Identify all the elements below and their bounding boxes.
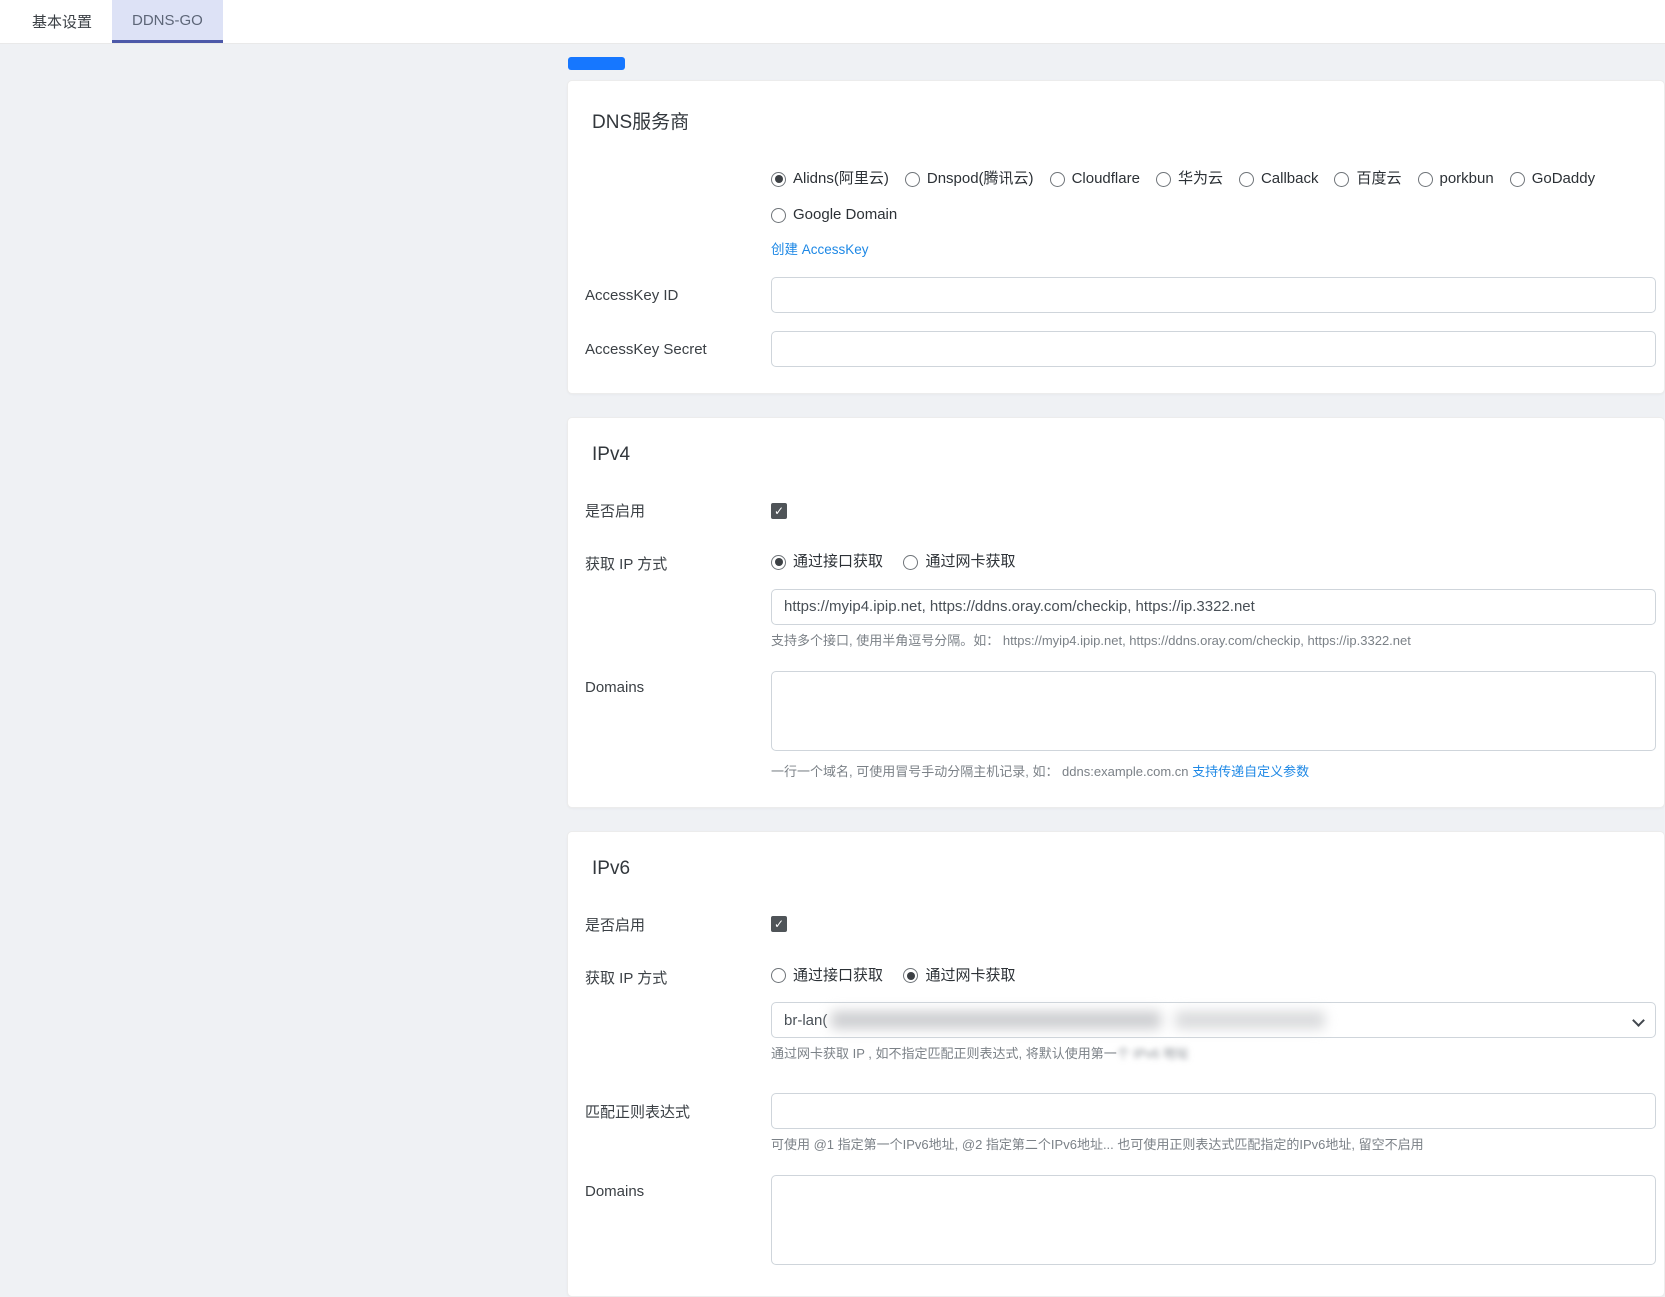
dns-provider-card: DNS服务商 Alidns(阿里云) Dnspod(腾讯云) [567,80,1665,394]
ipv6-domains-textarea[interactable] [771,1175,1656,1265]
ipv4-enable-row: 是否启用 ✓ [585,500,1656,521]
radio-dot-icon [1156,172,1171,187]
ipv6-enable-row: 是否启用 ✓ [585,914,1656,935]
dns-provider-title: DNS服务商 [592,107,1656,134]
ipv6-regex-input[interactable] [771,1093,1656,1129]
ipv6-interface-value: br-lan( [784,1012,827,1029]
radio-callback[interactable]: Callback [1239,168,1319,190]
radio-dot-icon [771,968,786,983]
redacted-blur [831,1011,1161,1029]
ipv6-title: IPv6 [592,858,1656,880]
ipv6-regex-helper: 可使用 @1 指定第一个IPv6地址, @2 指定第二个IPv6地址... 也可… [771,1136,1656,1154]
ipv4-method-row: 获取 IP 方式 通过接口获取 通过网卡获取 支持多个接口, 使用半角逗号分 [585,551,1656,649]
ipv6-method-row: 获取 IP 方式 通过接口获取 通过网卡获取 br-lan( [585,965,1656,1063]
ipv4-enable-label: 是否启用 [585,500,771,521]
ipv6-method-radio-group: 通过接口获取 通过网卡获取 [771,965,1656,989]
accesskey-secret-label: AccessKey Secret [585,341,771,358]
provider-radio-group: Alidns(阿里云) Dnspod(腾讯云) Cloudflare [771,168,1656,226]
radio-cloudflare[interactable]: Cloudflare [1050,168,1140,190]
radio-google-domain[interactable]: Google Domain [771,204,897,226]
accesskey-id-label: AccessKey ID [585,287,771,304]
radio-dot-icon [905,172,920,187]
ipv6-card: IPv6 是否启用 ✓ 获取 IP 方式 通过接口获取 [567,831,1665,1297]
ipv6-interface-select[interactable]: br-lan( [771,1002,1656,1038]
ipv4-card: IPv4 是否启用 ✓ 获取 IP 方式 通过接口获取 [567,417,1665,808]
ipv4-domains-textarea[interactable] [771,671,1656,751]
page-content: DNS服务商 Alidns(阿里云) Dnspod(腾讯云) [0,44,1665,1204]
ipv6-radio-by-netcard[interactable]: 通过网卡获取 [903,965,1015,987]
radio-dot-icon [903,555,918,570]
ipv4-api-urls-input[interactable] [771,589,1656,625]
ipv6-regex-row: 匹配正则表达式 可使用 @1 指定第一个IPv6地址, @2 指定第二个IPv6… [585,1093,1656,1154]
radio-dot-icon [1418,172,1433,187]
accesskey-id-input[interactable] [771,277,1656,313]
radio-dot-icon [903,968,918,983]
radio-dot-icon [771,555,786,570]
radio-dot-icon [771,172,786,187]
radio-godaddy[interactable]: GoDaddy [1510,168,1595,190]
radio-dot-icon [1334,172,1349,187]
ipv6-method-label: 获取 IP 方式 [585,965,771,988]
ipv4-api-helper: 支持多个接口, 使用半角逗号分隔。如： https://myip4.ipip.n… [771,632,1656,650]
accesskey-id-row: AccessKey ID [585,277,1656,313]
accesskey-secret-row: AccessKey Secret [585,331,1656,367]
tab-basic-settings[interactable]: 基本设置 [12,0,112,43]
ipv6-regex-label: 匹配正则表达式 [585,1093,771,1122]
ipv4-radio-by-api[interactable]: 通过接口获取 [771,551,883,573]
ipv6-radio-by-api[interactable]: 通过接口获取 [771,965,883,987]
ipv6-enable-label: 是否启用 [585,914,771,935]
ipv4-domains-row: Domains 一行一个域名, 可使用冒号手动分隔主机记录, 如： ddns:e… [585,671,1656,781]
ipv4-domains-helper: 一行一个域名, 可使用冒号手动分隔主机记录, 如： ddns:example.c… [771,763,1656,781]
radio-baidu[interactable]: 百度云 [1334,168,1401,190]
ipv4-radio-by-netcard[interactable]: 通过网卡获取 [903,551,1015,573]
top-tab-bar: 基本设置 DDNS-GO [0,0,1665,44]
provider-row: Alidns(阿里云) Dnspod(腾讯云) Cloudflare [585,168,1656,259]
ipv4-enable-checkbox[interactable]: ✓ [771,503,787,519]
chevron-down-icon [1632,1014,1645,1027]
ipv6-interface-helper: 通过网卡获取 IP , 如不指定匹配正则表达式, 将默认使用第一个 IPv6 地… [771,1045,1656,1063]
ipv6-enable-checkbox[interactable]: ✓ [771,916,787,932]
radio-porkbun[interactable]: porkbun [1418,168,1494,190]
ipv4-title: IPv4 [592,444,1656,466]
accesskey-secret-input[interactable] [771,331,1656,367]
custom-params-link[interactable]: 支持传递自定义参数 [1192,764,1309,779]
redacted-blur [1175,1011,1325,1029]
radio-alidns[interactable]: Alidns(阿里云) [771,168,889,190]
radio-dot-icon [1050,172,1065,187]
ipv6-domains-label: Domains [585,1175,771,1200]
radio-dot-icon [1510,172,1525,187]
radio-dot-icon [771,208,786,223]
ipv4-method-label: 获取 IP 方式 [585,551,771,574]
create-accesskey-link[interactable]: 创建 AccessKey [771,238,869,258]
redacted-text: 个 IPv6 地址 [1117,1046,1189,1061]
radio-huawei[interactable]: 华为云 [1156,168,1223,190]
radio-dnspod[interactable]: Dnspod(腾讯云) [905,168,1034,190]
tab-ddns-go[interactable]: DDNS-GO [112,0,223,43]
ipv4-method-radio-group: 通过接口获取 通过网卡获取 [771,551,1656,575]
ipv4-domains-label: Domains [585,671,771,696]
ipv6-domains-row: Domains [585,1175,1656,1270]
radio-dot-icon [1239,172,1254,187]
active-subtab-indicator [568,57,625,70]
